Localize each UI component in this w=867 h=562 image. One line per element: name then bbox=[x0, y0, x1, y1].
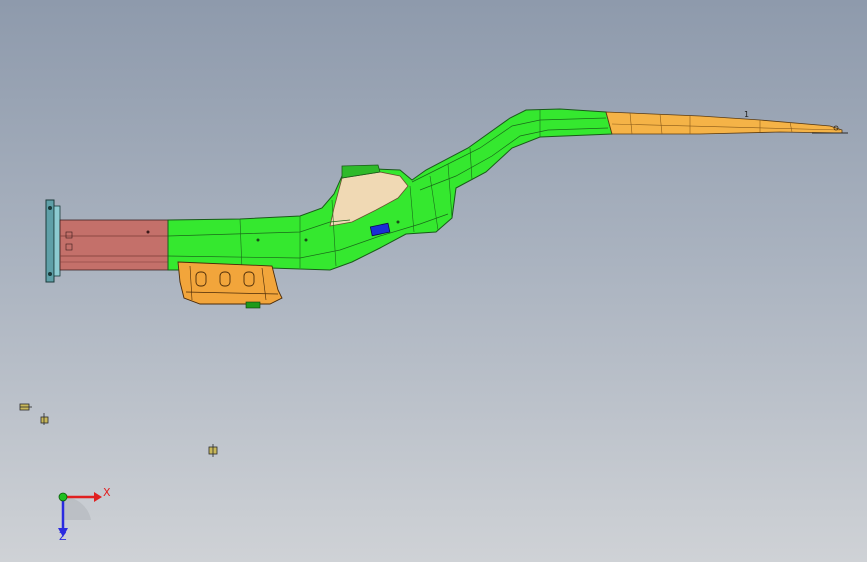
fastener-part-3[interactable] bbox=[208, 444, 218, 457]
rear-rail-section[interactable] bbox=[605, 111, 848, 135]
z-axis-label: Z bbox=[59, 530, 67, 543]
fastener-part-2[interactable] bbox=[40, 413, 49, 425]
lower-bracket[interactable] bbox=[177, 261, 283, 309]
part-number-label: 1 bbox=[744, 110, 749, 119]
cad-viewport[interactable]: 1 X Z bbox=[0, 0, 867, 562]
fastener-part-1[interactable] bbox=[19, 403, 32, 411]
main-green-rail[interactable] bbox=[167, 108, 613, 271]
frame-rail-model[interactable]: 1 bbox=[0, 0, 867, 562]
front-rail-section[interactable] bbox=[59, 219, 169, 271]
x-axis-label: X bbox=[103, 486, 111, 499]
front-mount-plate[interactable] bbox=[45, 199, 61, 283]
origin-icon bbox=[58, 492, 68, 502]
